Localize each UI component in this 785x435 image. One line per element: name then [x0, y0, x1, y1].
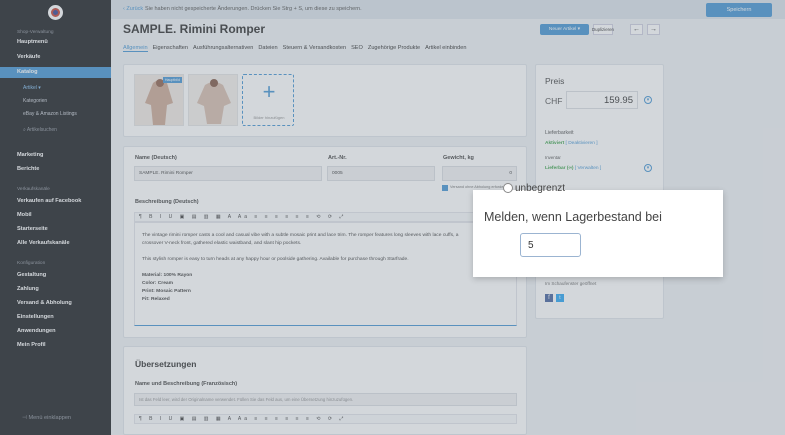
low-stock-threshold-input[interactable]: 5 — [520, 233, 581, 257]
unlimited-radio[interactable] — [503, 183, 513, 193]
low-stock-prompt: Melden, wenn Lagerbestand bei — [484, 210, 662, 224]
stock-alert-popup: unbegrenzt Melden, wenn Lagerbestand bei… — [473, 183, 723, 277]
unlimited-label: unbegrenzt — [515, 183, 566, 194]
